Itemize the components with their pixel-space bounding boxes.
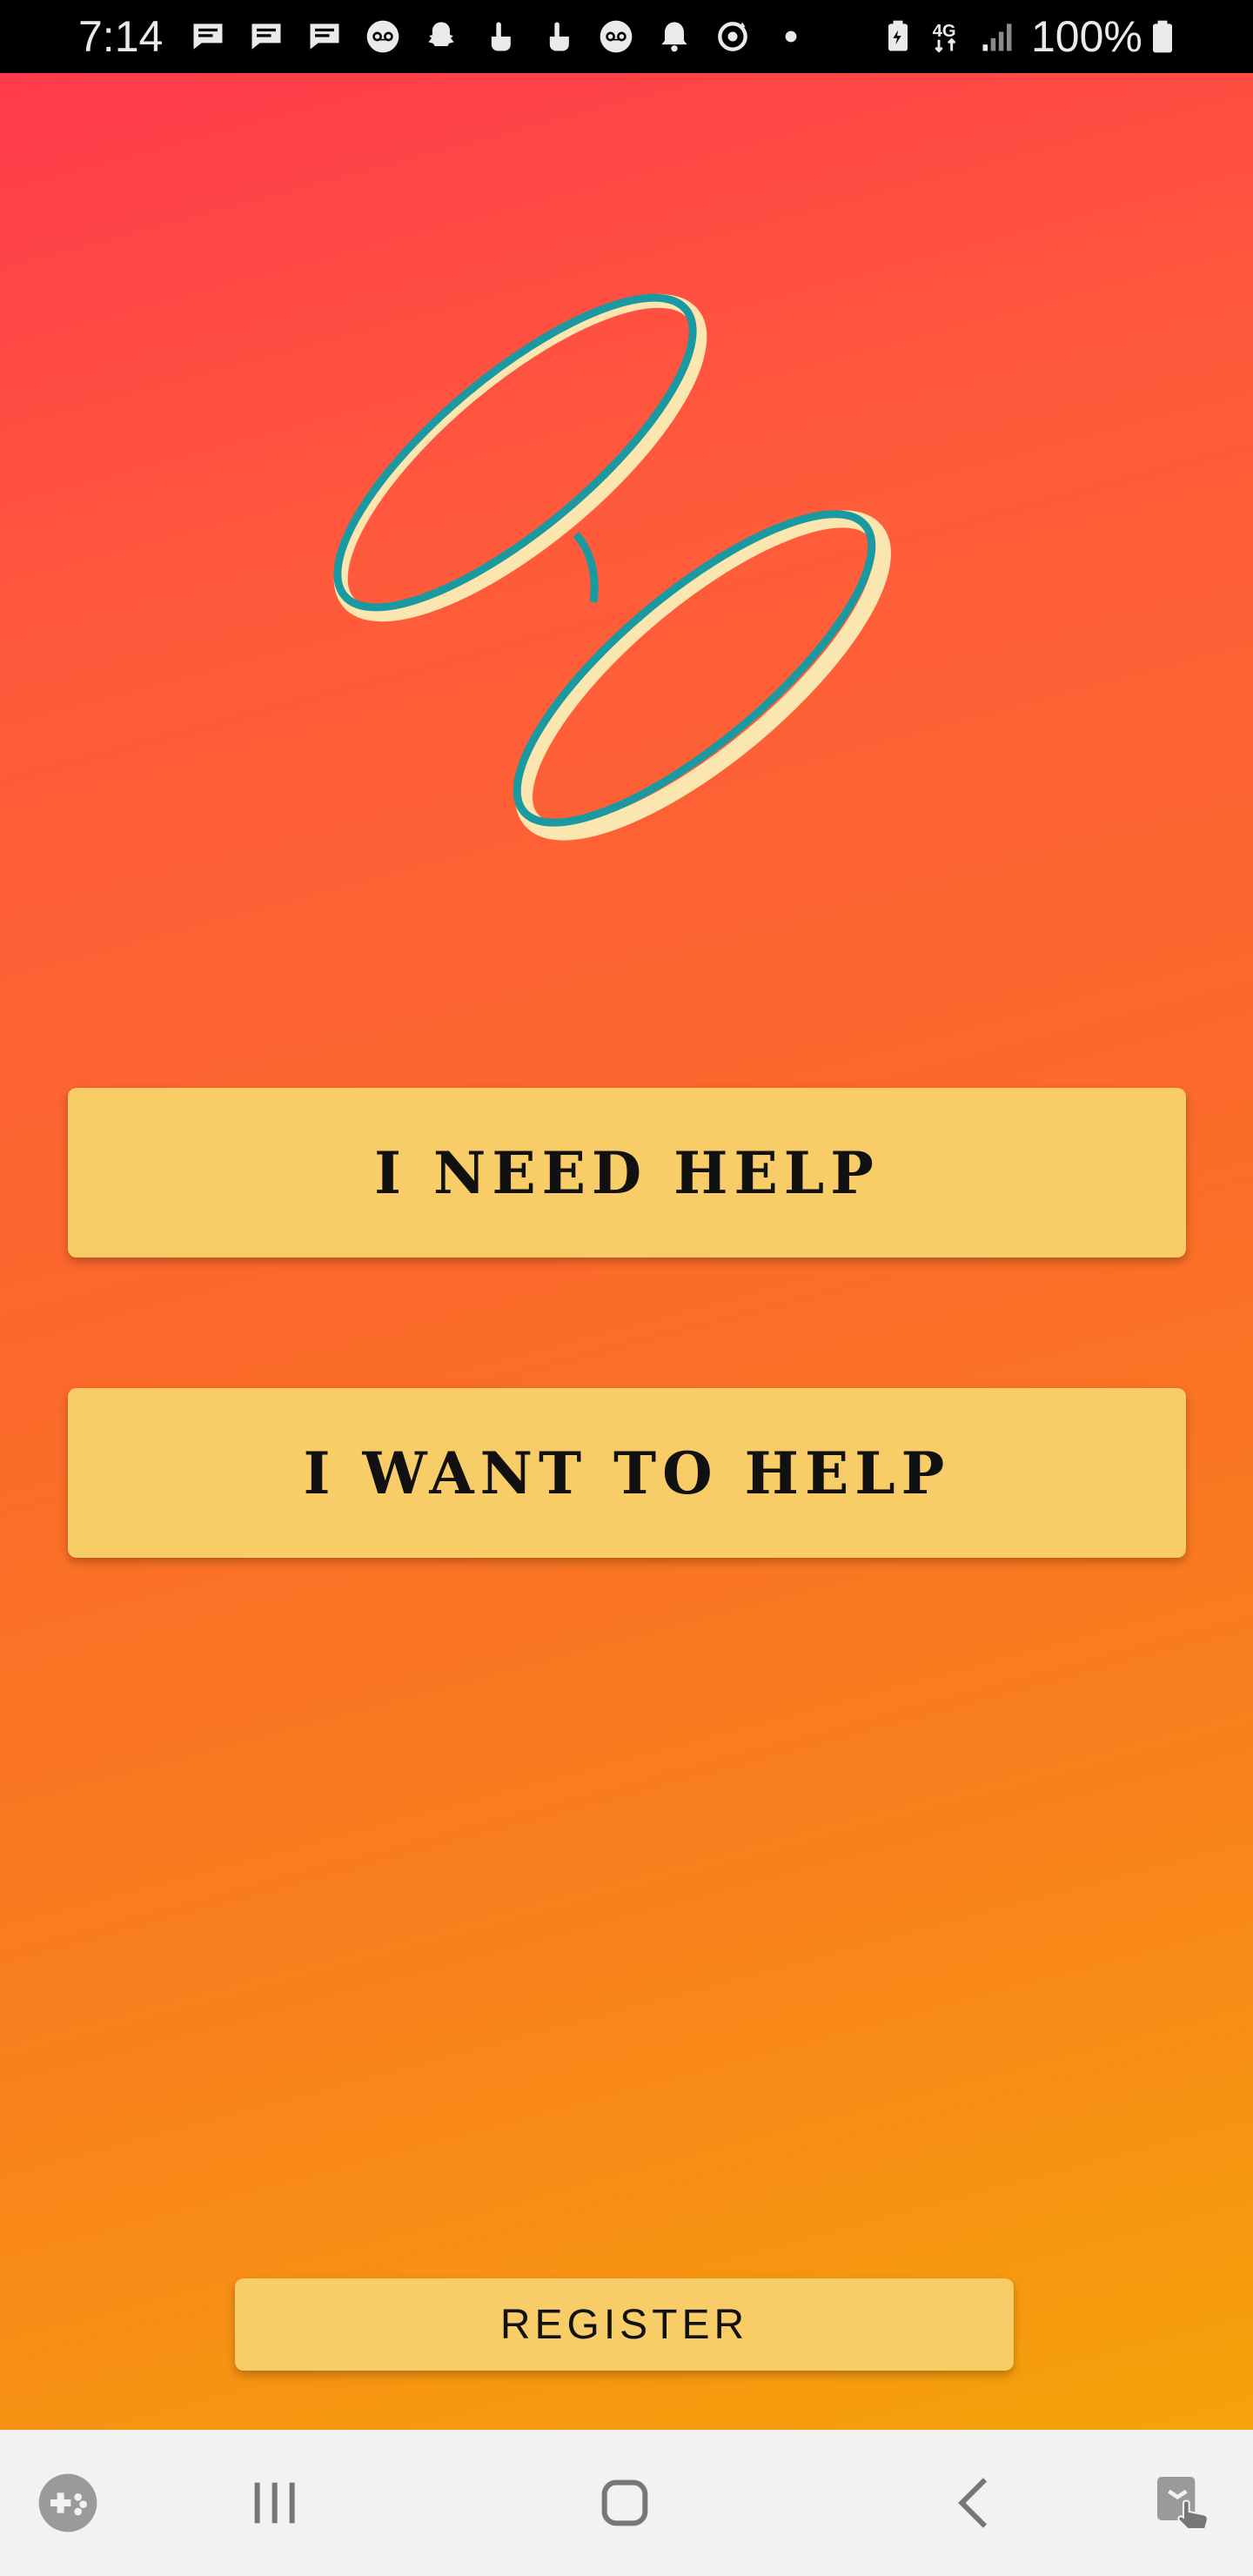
status-time: 7:14 xyxy=(78,12,164,61)
interlocking-rings-logo xyxy=(333,293,891,841)
logo-rings xyxy=(333,293,876,827)
touch-icon xyxy=(479,16,520,57)
battery-saver-icon xyxy=(877,16,919,57)
dot-icon xyxy=(770,16,812,57)
signal-icon xyxy=(976,16,1018,57)
screen: 7:14 4G 100% I NEED HELP I WANT TO HELP … xyxy=(0,0,1253,2576)
snapchat-icon xyxy=(420,16,462,57)
home-icon[interactable] xyxy=(581,2459,668,2546)
i-need-help-button[interactable]: I NEED HELP xyxy=(68,1088,1186,1258)
screen-pin-icon[interactable] xyxy=(1140,2459,1227,2546)
back-icon[interactable] xyxy=(933,2459,1020,2546)
message-icon xyxy=(304,16,345,57)
app-content: I NEED HELP I WANT TO HELP REGISTER xyxy=(0,73,1253,2430)
battery-percent: 100% xyxy=(1031,12,1142,61)
4g-icon: 4G xyxy=(928,16,969,57)
recent-apps-icon[interactable] xyxy=(231,2459,318,2546)
game-launcher-icon[interactable] xyxy=(24,2459,111,2546)
svg-text:4G: 4G xyxy=(933,22,956,41)
sync-icon xyxy=(712,16,754,57)
voicemail-icon xyxy=(595,16,637,57)
i-want-to-help-button[interactable]: I WANT TO HELP xyxy=(68,1388,1186,1558)
touch-icon xyxy=(537,16,579,57)
bell-icon xyxy=(653,16,695,57)
register-button[interactable]: REGISTER xyxy=(235,2278,1014,2371)
status-bar: 7:14 4G 100% xyxy=(0,0,1253,73)
logo-shadow xyxy=(333,293,891,841)
message-icon xyxy=(187,16,229,57)
navigation-bar xyxy=(0,2430,1253,2576)
voicemail-icon xyxy=(362,16,404,57)
message-icon xyxy=(245,16,287,57)
battery-icon xyxy=(1142,16,1183,57)
